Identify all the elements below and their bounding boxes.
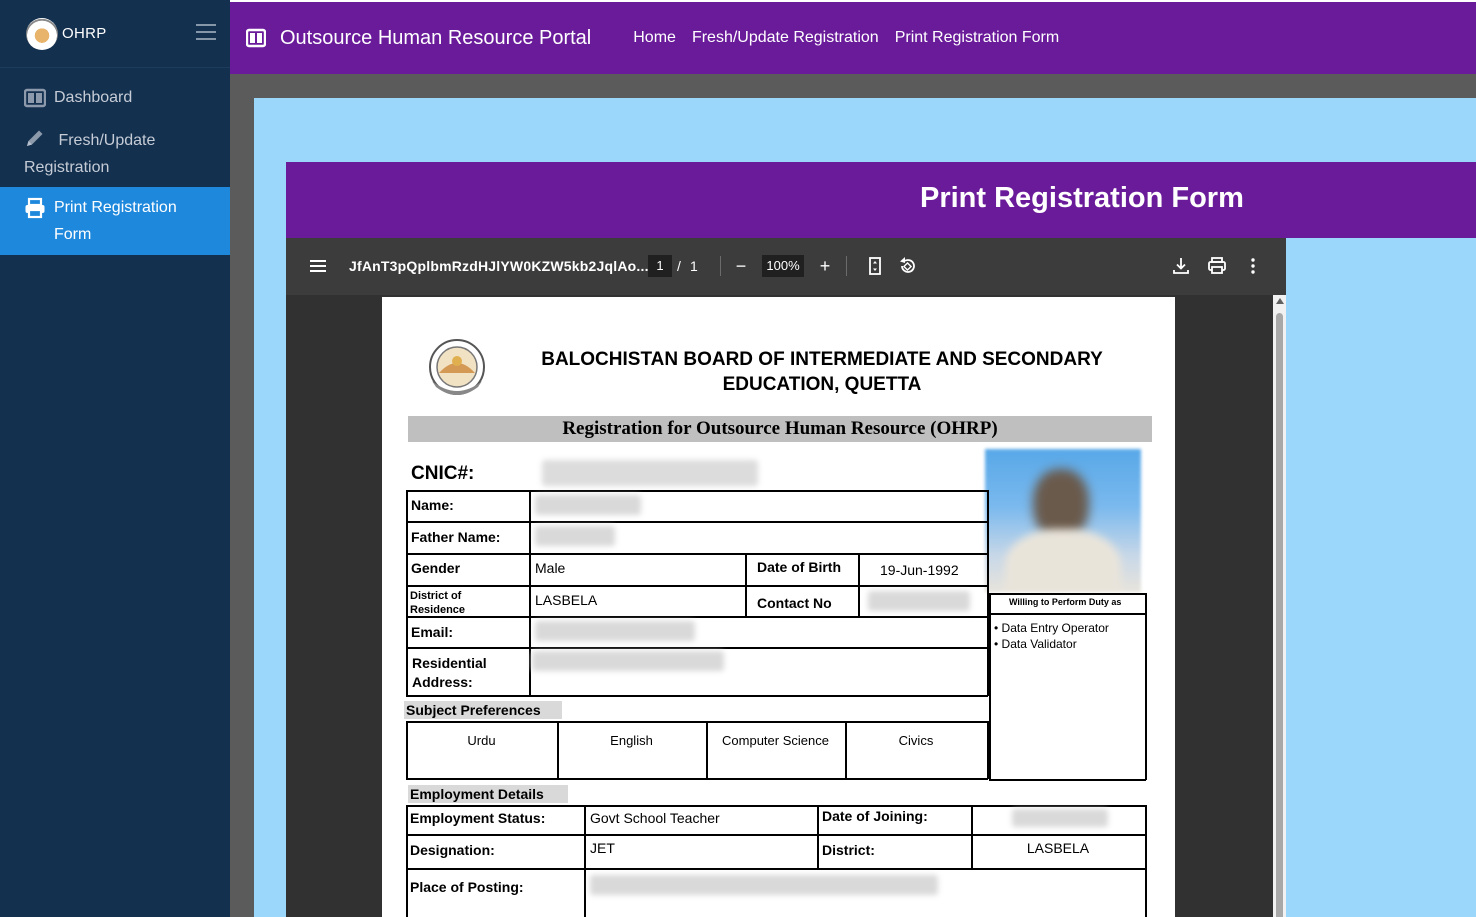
cnic-label: CNIC#: (411, 463, 475, 484)
pencil-icon (27, 130, 43, 146)
board-title-line2: EDUCATION, QUETTA (722, 374, 922, 395)
cnic-value-redacted (542, 460, 758, 486)
fit-page-icon[interactable] (864, 255, 886, 277)
designation-label: Designation: (410, 842, 495, 858)
pdf-page: BALOCHISTAN BOARD OF INTERMEDIATE AND SE… (382, 297, 1175, 917)
doj-value-redacted (1012, 809, 1108, 827)
subject-cell: English (610, 733, 653, 748)
dashboard-icon (24, 88, 46, 108)
sidebar-item-registration[interactable]: Fresh/Update Registration (0, 121, 230, 187)
form-header: Print Registration Form (286, 162, 1476, 238)
district-label: District of Residence (410, 589, 465, 617)
gender-value: Male (535, 560, 566, 576)
contact-value-redacted (868, 591, 970, 611)
father-name-value-redacted (535, 526, 615, 546)
ohrp-logo-icon (26, 17, 58, 50)
subject-preferences-label: Subject Preferences (404, 701, 562, 719)
scrollbar-thumb[interactable] (1276, 313, 1283, 917)
sidebar-toggle-menu-icon[interactable] (196, 24, 216, 40)
page-total: 1 (690, 258, 698, 274)
scroll-up-arrow-icon[interactable] (1276, 298, 1284, 304)
zoom-level-input[interactable]: 100% (762, 255, 804, 277)
place-of-posting-label: Place of Posting: (410, 879, 524, 895)
duty-item: • Data Validator (994, 637, 1077, 651)
address-label: Residential Address: (412, 654, 487, 692)
toolbar-divider (720, 256, 721, 276)
rotate-icon[interactable] (896, 255, 918, 277)
form-header-title: Print Registration Form (920, 182, 1244, 214)
brand-text: OHRP (62, 25, 107, 42)
sidebar-item-label-line2: Registration (24, 159, 110, 176)
employment-status-label: Employment Status: (410, 810, 546, 826)
download-icon[interactable] (1170, 255, 1192, 277)
pdf-viewer: JfAnT3pQplbmRzdHJlYW0KZW5kb2JqlAo... 1 /… (286, 238, 1286, 917)
name-value-redacted (535, 495, 641, 515)
willing-label: Willing to Perform Duty as (1009, 597, 1122, 607)
employment-status-value: Govt School Teacher (590, 810, 720, 826)
printer-icon (25, 197, 45, 219)
district-label-line1: District of (410, 590, 462, 602)
brand[interactable]: OHRP (0, 0, 230, 68)
nav-print-form-link[interactable]: Print Registration Form (895, 29, 1060, 47)
toolbar-divider (846, 256, 847, 276)
portal-icon (246, 28, 266, 48)
email-value-redacted (535, 621, 695, 641)
pdf-scrollbar[interactable] (1273, 295, 1286, 917)
pdf-outline-menu-icon[interactable] (310, 260, 326, 272)
board-seal-icon (429, 339, 485, 395)
portal-title: Outsource Human Resource Portal (280, 26, 592, 49)
subject-cell: Urdu (467, 733, 496, 748)
duty-item: • Data Entry Operator (994, 621, 1109, 635)
date-of-joining-label: Date of Joining: (822, 808, 928, 824)
address-label-line2: Address: (412, 674, 473, 690)
board-title-line1: BALOCHISTAN BOARD OF INTERMEDIATE AND SE… (541, 349, 1103, 370)
sidebar-item-label: Print Registration Form (54, 199, 177, 243)
contact-label: Contact No (757, 595, 832, 611)
pdf-toolbar: JfAnT3pQplbmRzdHJlYW0KZW5kb2JqlAo... 1 /… (286, 238, 1286, 295)
district-value: LASBELA (535, 592, 598, 608)
address-label-line1: Residential (412, 655, 487, 671)
subject-cell: Civics (898, 733, 934, 748)
subject-cell: Computer Science (722, 733, 829, 748)
district-label-line2: Residence (410, 604, 466, 616)
sidebar-item-print-form[interactable]: Print Registration Form (0, 187, 230, 255)
sidebar-item-dashboard[interactable]: Dashboard (0, 74, 230, 121)
district-label-2: District: (822, 842, 875, 858)
district-value-2: LASBELA (1026, 840, 1090, 856)
dob-value: 19-Jun-1992 (880, 562, 959, 578)
gender-label: Gender (411, 560, 461, 576)
more-options-icon[interactable] (1242, 255, 1264, 277)
print-icon[interactable] (1206, 255, 1228, 277)
pdf-filename: JfAnT3pQplbmRzdHJlYW0KZW5kb2JqlAo... (349, 258, 649, 274)
employment-details-label: Employment Details (408, 785, 568, 803)
board-title: BALOCHISTAN BOARD OF INTERMEDIATE AND SE… (502, 347, 1142, 397)
name-label: Name: (411, 497, 454, 513)
page-number-input[interactable]: 1 (648, 255, 672, 277)
sidebar-item-label: Dashboard (54, 89, 133, 106)
page-separator: / (677, 258, 681, 274)
sidebar-item-label: Fresh/Update (58, 132, 156, 149)
nav-registration-link[interactable]: Fresh/Update Registration (692, 29, 879, 47)
zoom-in-button[interactable]: + (814, 255, 836, 277)
top-navbar: Outsource Human Resource Portal Home Fre… (230, 0, 1476, 74)
sidebar: OHRP Dashboard Fresh/Update Registration… (0, 0, 230, 917)
father-name-label: Father Name: (411, 529, 501, 545)
zoom-out-button[interactable]: − (730, 255, 752, 277)
address-value-redacted (532, 651, 724, 671)
applicant-photo (985, 449, 1141, 592)
dob-label: Date of Birth (757, 559, 841, 575)
designation-value: JET (590, 840, 615, 856)
posting-value-redacted (590, 875, 938, 895)
nav-home-link[interactable]: Home (633, 29, 676, 47)
registration-title: Registration for Outsource Human Resourc… (408, 416, 1152, 442)
email-label: Email: (411, 624, 454, 640)
